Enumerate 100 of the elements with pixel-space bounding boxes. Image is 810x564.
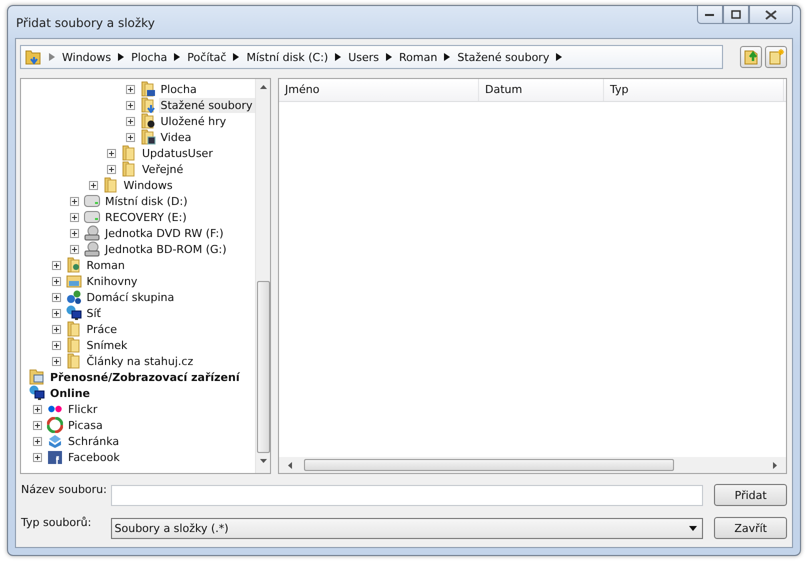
folder-icon: [121, 145, 137, 161]
filename-field[interactable]: [110, 484, 704, 506]
expand-icon[interactable]: [52, 292, 60, 302]
games-folder-icon: [140, 113, 156, 129]
chevron-icon: [118, 53, 124, 61]
breadcrumb-item[interactable]: Místní disk (C:): [246, 50, 328, 64]
tree-item[interactable]: Facebook: [66, 450, 122, 464]
scroll-down-icon[interactable]: [260, 459, 267, 463]
expand-icon[interactable]: [88, 180, 98, 190]
folder-icon: [66, 353, 82, 369]
homegroup-icon: [66, 289, 82, 305]
tree-item[interactable]: Jednotka BD-ROM (G:): [103, 242, 229, 256]
tree-item[interactable]: Windows: [122, 178, 175, 192]
network-icon: [29, 385, 45, 401]
column-header[interactable]: Datum: [479, 79, 604, 101]
tree-item[interactable]: Práce: [84, 322, 120, 336]
tree-item[interactable]: Stažené soubory: [158, 98, 254, 112]
maximize-button[interactable]: [723, 6, 749, 24]
close-icon: [765, 10, 777, 20]
tree-item[interactable]: Jednotka DVD RW (F:): [103, 226, 226, 240]
expand-icon[interactable]: [70, 244, 79, 254]
minimize-icon: [705, 12, 715, 16]
tree-item[interactable]: Plocha: [158, 82, 199, 96]
expand-icon[interactable]: [33, 436, 42, 446]
tree-item[interactable]: Snímek: [84, 338, 130, 352]
breadcrumb-item[interactable]: Počítač: [187, 50, 226, 64]
scrollbar-thumb[interactable]: [257, 281, 270, 453]
column-header[interactable]: Jméno: [279, 79, 479, 101]
folder-icon: [66, 337, 82, 353]
folder-icon: [66, 321, 82, 337]
tree-item[interactable]: Síť: [84, 306, 103, 320]
expand-icon[interactable]: [70, 196, 79, 206]
download-folder-icon: [24, 48, 42, 66]
expand-icon[interactable]: [33, 404, 42, 414]
tree-item[interactable]: Flickr: [66, 402, 100, 416]
add-button[interactable]: Přidat: [714, 484, 788, 506]
scroll-right-icon[interactable]: [773, 462, 777, 468]
chevron-icon: [335, 53, 342, 61]
breadcrumb-item[interactable]: Stažené soubory: [457, 50, 550, 64]
tree-item[interactable]: Přenosné/Zobrazovací zařízení: [48, 370, 242, 384]
expand-icon[interactable]: [52, 276, 60, 286]
chevron-icon: [174, 53, 180, 61]
device-folder-icon: [29, 369, 45, 385]
network-icon: [66, 305, 82, 321]
expand-icon[interactable]: [52, 308, 60, 318]
breadcrumb-item[interactable]: Roman: [399, 50, 438, 64]
tree-item[interactable]: Roman: [84, 258, 127, 272]
tree-item[interactable]: Picasa: [66, 418, 105, 432]
minimize-button[interactable]: [697, 6, 723, 24]
drive-icon: [84, 193, 100, 209]
expand-icon[interactable]: [52, 356, 60, 366]
tree-item[interactable]: Místní disk (D:): [103, 194, 190, 208]
expand-icon[interactable]: [107, 164, 116, 174]
scroll-up-icon[interactable]: [260, 85, 267, 89]
expand-icon[interactable]: [70, 212, 79, 222]
tree-item[interactable]: UpdatusUser: [140, 146, 215, 160]
expand-icon[interactable]: [107, 148, 116, 158]
expand-icon[interactable]: [126, 116, 134, 126]
tree-item[interactable]: Domácí skupina: [84, 290, 176, 304]
folder-icon: [121, 161, 137, 177]
tree-item[interactable]: Knihovny: [84, 274, 140, 288]
expand-icon[interactable]: [52, 324, 60, 334]
filetype-label: Typ souborů:: [20, 516, 92, 529]
tree-item[interactable]: Uložené hry: [158, 114, 228, 128]
address-bar[interactable]: Windows Plocha Počítač Místní disk (C:) Users Roman Stažené soubory: [20, 45, 723, 69]
folder-up-icon: [743, 49, 759, 65]
filetype-dropdown[interactable]: Soubory a složky (.*): [110, 518, 704, 538]
tree-item[interactable]: Videa: [158, 130, 194, 144]
column-header[interactable]: Typ: [604, 79, 784, 101]
desktop-folder-icon: [140, 81, 156, 97]
filename-label: Název souboru:: [20, 483, 108, 496]
expand-icon[interactable]: [70, 228, 79, 238]
expand-icon[interactable]: [33, 452, 42, 462]
scroll-left-icon[interactable]: [288, 462, 292, 468]
expand-icon[interactable]: [126, 132, 134, 142]
new-folder-button[interactable]: [765, 46, 787, 68]
optical-drive-icon: [84, 225, 100, 241]
vertical-scrollbar[interactable]: [254, 79, 270, 473]
close-button[interactable]: [749, 6, 793, 24]
tree-item[interactable]: Články na stahuj.cz: [84, 354, 196, 368]
close-dialog-button[interactable]: Zavřít: [714, 517, 787, 539]
tree-item[interactable]: RECOVERY (E:): [103, 210, 189, 224]
user-folder-icon: [66, 257, 82, 273]
expand-icon[interactable]: [126, 100, 134, 110]
scrollbar-thumb[interactable]: [304, 459, 674, 471]
breadcrumb-item[interactable]: Plocha: [131, 50, 168, 64]
expand-icon[interactable]: [126, 84, 134, 94]
video-folder-icon: [140, 129, 156, 145]
download-folder-icon: [140, 97, 156, 113]
tree-item[interactable]: Online: [48, 386, 92, 400]
up-folder-button[interactable]: [740, 46, 762, 68]
expand-icon[interactable]: [52, 260, 60, 270]
breadcrumb-item[interactable]: Windows: [62, 50, 112, 64]
tree-item[interactable]: Schránka: [66, 434, 122, 448]
expand-icon[interactable]: [33, 420, 42, 430]
expand-icon[interactable]: [52, 340, 60, 350]
breadcrumb-item[interactable]: Users: [348, 50, 380, 64]
tree-item[interactable]: Veřejné: [140, 162, 186, 176]
window-title: Přidat soubory a složky: [15, 15, 155, 30]
horizontal-scrollbar[interactable]: [279, 457, 786, 473]
